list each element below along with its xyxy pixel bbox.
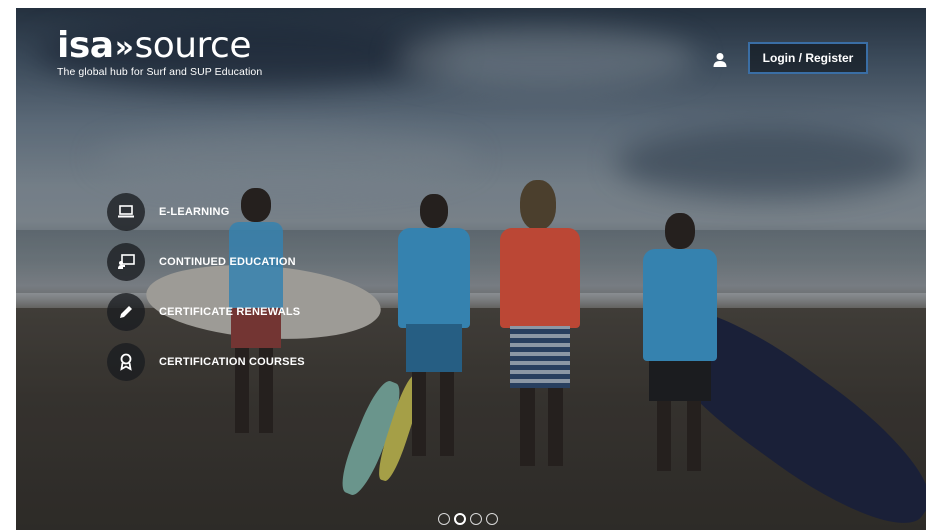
menu-item-label: CERTIFICATE RENEWALS	[159, 306, 301, 318]
menu-item-certificate-renewals[interactable]: CERTIFICATE RENEWALS	[107, 293, 305, 331]
menu-item-label: E-LEARNING	[159, 206, 230, 218]
logo-source: source	[134, 25, 252, 66]
award-icon	[107, 343, 145, 381]
menu-item-label: CONTINUED EDUCATION	[159, 256, 296, 268]
presentation-icon	[107, 243, 145, 281]
menu-item-label: CERTIFICATION COURSES	[159, 356, 305, 368]
course-menu: E-LEARNING CONTINUED EDUCATION CERTIFICA…	[107, 193, 305, 393]
carousel-dot-3[interactable]	[470, 513, 482, 525]
login-register-button[interactable]: Login / Register	[748, 42, 868, 74]
logo-wordmark: isa» source	[57, 28, 262, 66]
logo-arrows: »	[114, 30, 134, 65]
laptop-icon	[107, 193, 145, 231]
carousel-dot-4[interactable]	[486, 513, 498, 525]
logo-tagline: The global hub for Surf and SUP Educatio…	[57, 66, 263, 78]
isasource-logo[interactable]: isa» source The global hub for Surf and S…	[57, 28, 263, 79]
carousel-dot-1[interactable]	[438, 513, 450, 525]
logo-isa: isa	[57, 25, 114, 66]
pencil-icon	[107, 293, 145, 331]
menu-item-certification-courses[interactable]: CERTIFICATION COURSES	[107, 343, 305, 381]
menu-item-continued-education[interactable]: CONTINUED EDUCATION	[107, 243, 305, 281]
carousel-dots	[438, 513, 498, 525]
carousel-dot-2[interactable]	[454, 513, 466, 525]
menu-item-e-learning[interactable]: E-LEARNING	[107, 193, 305, 231]
user-icon[interactable]	[712, 52, 728, 68]
